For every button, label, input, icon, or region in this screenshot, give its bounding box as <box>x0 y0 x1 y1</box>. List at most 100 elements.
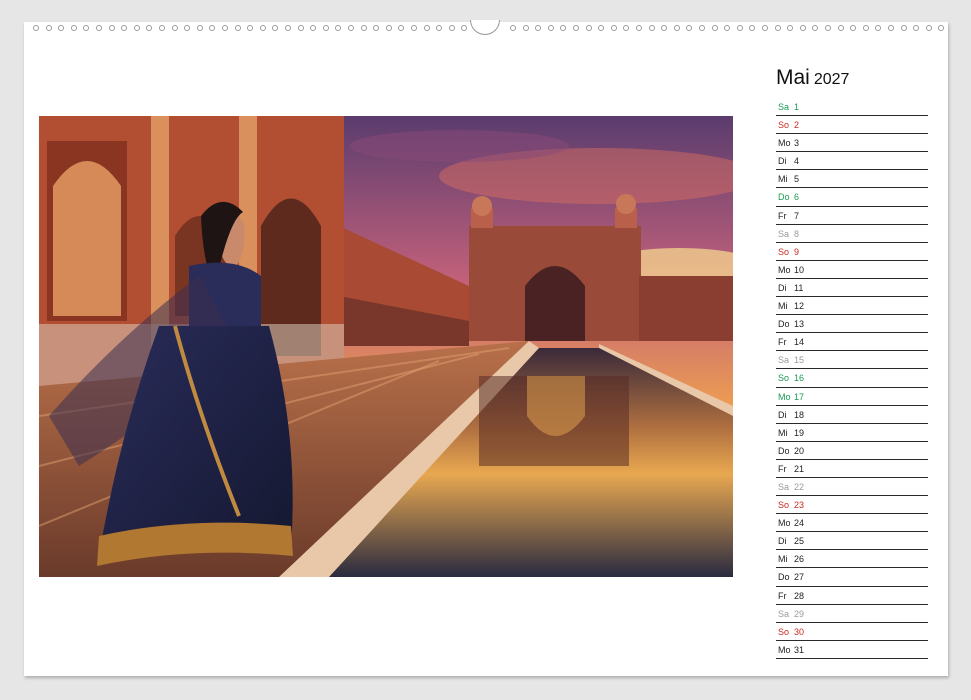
binding-hole <box>310 25 317 31</box>
day-number: 11 <box>794 282 804 293</box>
binding-hole <box>196 25 203 31</box>
binding-hole <box>247 25 254 31</box>
day-number: 28 <box>794 590 805 601</box>
day-number: 16 <box>794 373 805 384</box>
binding-hole <box>522 25 529 31</box>
day-number: 14 <box>794 337 805 348</box>
binding-hole <box>648 25 655 31</box>
weekday-label: Di <box>778 409 787 420</box>
day-row: Sa 1 <box>776 98 928 117</box>
calendar-photo <box>39 116 733 577</box>
binding-hole <box>322 25 329 31</box>
binding-hole <box>335 25 342 31</box>
weekday-label: Mo <box>778 518 791 529</box>
binding-hole <box>875 25 882 31</box>
day-row: So 23 <box>776 496 928 515</box>
weekday-label: Do <box>778 319 790 330</box>
day-row: Sa 8 <box>776 225 928 243</box>
binding-hole <box>560 25 567 31</box>
weekday-label: Mi <box>778 174 788 185</box>
binding-hole <box>711 25 718 31</box>
binding-hole <box>787 25 794 31</box>
binding-hole <box>825 25 831 31</box>
day-row: Mi 12 <box>776 297 928 316</box>
weekday-label: Sa <box>778 355 790 366</box>
day-row: Do 27 <box>776 568 928 587</box>
day-row: Do 6 <box>776 188 928 207</box>
day-row: Fr 7 <box>776 207 928 225</box>
day-row: Fr 28 <box>776 587 928 605</box>
binding-hole <box>58 25 65 31</box>
weekday-label: Di <box>778 156 787 167</box>
day-number: 8 <box>794 228 800 239</box>
binding-hole <box>799 25 806 31</box>
day-number: 12 <box>794 301 805 312</box>
weekday-label: Fr <box>778 210 787 221</box>
binding-hole <box>297 25 304 31</box>
day-number: 20 <box>794 445 805 456</box>
binding-hole <box>108 25 115 31</box>
day-number: 9 <box>794 246 800 257</box>
day-number: 30 <box>794 626 805 637</box>
day-row: Di 18 <box>776 406 928 424</box>
binding-hole <box>411 25 417 31</box>
day-row: Mi 19 <box>776 424 928 442</box>
binding-hole <box>888 25 894 31</box>
weekday-label: Do <box>778 445 790 456</box>
binding-hole <box>673 25 680 31</box>
day-number: 29 <box>794 608 805 619</box>
binding-hole <box>938 25 945 31</box>
month-title: Mai 2027 <box>776 66 849 90</box>
day-number: 15 <box>794 355 805 366</box>
binding-hole <box>209 25 216 31</box>
weekday-label: Di <box>778 282 787 293</box>
binding-hole <box>285 25 291 31</box>
weekday-label: Sa <box>778 608 790 619</box>
binding-hole <box>610 25 617 31</box>
binding-hole <box>234 25 241 31</box>
binding-hole <box>348 25 354 31</box>
day-row: Do 13 <box>776 315 928 334</box>
binding-hole <box>925 25 932 31</box>
day-row: So 30 <box>776 623 928 641</box>
binding-hole <box>749 25 756 31</box>
weekday-label: Do <box>778 572 790 583</box>
day-row: So 9 <box>776 243 928 261</box>
binding-hole <box>70 25 77 31</box>
day-row: Mo 10 <box>776 261 928 279</box>
day-number: 25 <box>794 536 805 547</box>
day-list: Sa 1 So 2 Mo 3 Di 4 Mi 5 Do 6 Fr 7 Sa 8 So 9 Mo 10 Di 11 Mi 12 D… <box>776 98 928 659</box>
day-row: Di 11 <box>776 279 928 298</box>
binding-hole <box>837 25 844 31</box>
binding-hole <box>133 25 140 31</box>
day-number: 2 <box>794 120 800 131</box>
day-number: 31 <box>794 644 805 655</box>
binding-hole <box>184 25 191 31</box>
calendar-page: Mai 2027 Sa 1 So 2 Mo 3 Di 4 Mi 5 Do 6 Fr 7 Sa 8 So 9 Mo 10 D… <box>24 20 948 676</box>
spiral-binding <box>24 20 948 36</box>
binding-hole <box>573 25 579 31</box>
weekday-label: So <box>778 246 790 257</box>
binding-hole <box>699 25 705 31</box>
weekday-label: Mi <box>778 554 788 565</box>
binding-hole <box>171 25 178 31</box>
day-number: 1 <box>794 102 800 112</box>
binding-hole <box>159 25 165 31</box>
day-number: 3 <box>794 138 800 149</box>
day-row: So 2 <box>776 116 928 135</box>
binding-hole <box>686 25 693 31</box>
day-row: Do 20 <box>776 442 928 460</box>
weekday-label: Do <box>778 192 790 203</box>
binding-hole <box>900 25 907 31</box>
binding-hole <box>535 25 542 31</box>
weekday-label: So <box>778 373 790 384</box>
binding-hole <box>762 25 768 31</box>
binding-hole <box>636 25 642 31</box>
binding-hole <box>812 25 819 31</box>
binding-hole <box>373 25 380 31</box>
day-row: So 16 <box>776 369 928 388</box>
day-row: Sa 29 <box>776 605 928 623</box>
day-number: 26 <box>794 554 805 565</box>
day-row: Di 4 <box>776 152 928 171</box>
day-number: 17 <box>794 391 805 402</box>
